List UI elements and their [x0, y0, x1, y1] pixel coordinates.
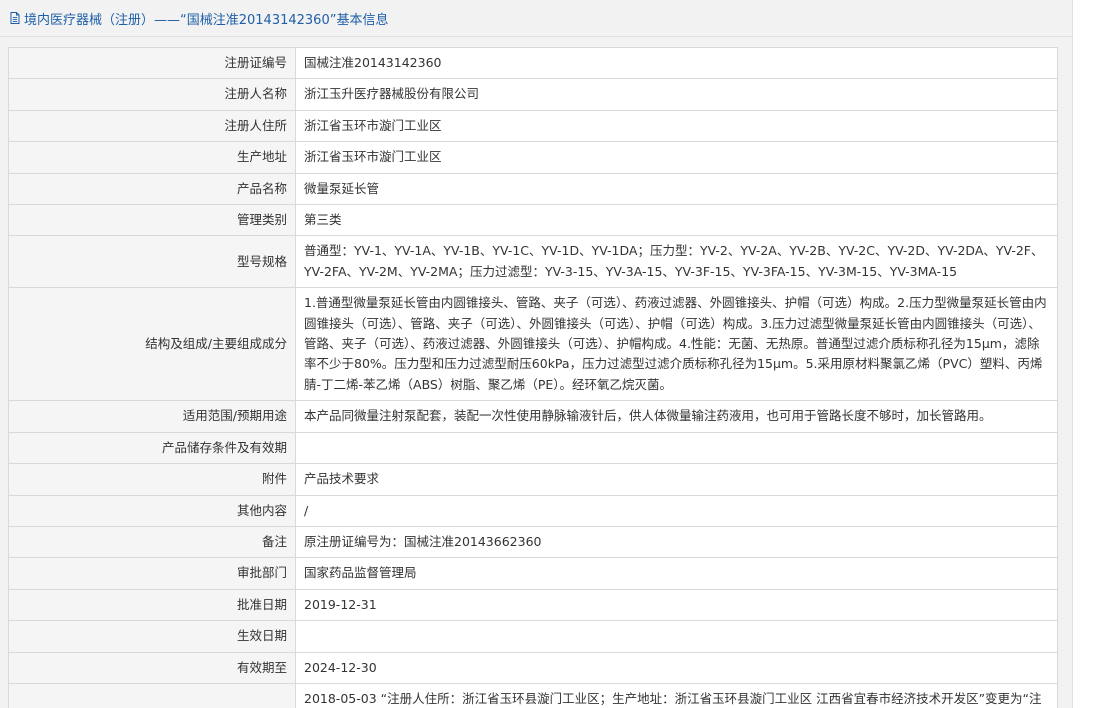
row-value: 浙江玉升医疗器械股份有限公司 — [295, 78, 1058, 111]
row-value: 本产品同微量注射泵配套，装配一次性使用静脉输液针后，供人体微量输注药液用，也可用… — [295, 400, 1058, 433]
table-row: 产品储存条件及有效期 — [8, 431, 1058, 465]
row-value: 浙江省玉环市漩门工业区 — [295, 141, 1058, 174]
document-icon — [8, 11, 22, 25]
info-table-wrapper: 注册证编号 国械注准20143142360 注册人名称 浙江玉升医疗器械股份有限… — [8, 46, 1058, 708]
row-value: 1.普通型微量泵延长管由内圆锥接头、管路、夹子（可选）、药液过滤器、外圆锥接头、… — [295, 287, 1058, 402]
detail-panel: 境内医疗器械（注册）——“国械注准20143142360”基本信息 注册证编号 … — [0, 0, 1072, 708]
table-row: 其他内容 / — [8, 494, 1058, 527]
row-value: 国家药品监督管理局 — [295, 557, 1058, 590]
table-row: 审批部门 国家药品监督管理局 — [8, 557, 1058, 590]
row-value: 第三类 — [295, 204, 1058, 237]
row-label: 生效日期 — [8, 620, 296, 653]
row-value: 2019-12-31 — [295, 588, 1058, 622]
row-label: 注册证编号 — [8, 46, 296, 80]
table-row: 产品名称 微量泵延长管 — [8, 172, 1058, 206]
row-label: 产品储存条件及有效期 — [8, 431, 296, 465]
row-label: 注册人住所 — [8, 109, 296, 143]
table-row: 生产地址 浙江省玉环市漩门工业区 — [8, 141, 1058, 174]
table-row: 2018-05-03 “注册人住所：浙江省玉环县漩门工业区；生产地址：浙江省玉环… — [8, 682, 1058, 708]
row-label: 其他内容 — [8, 494, 296, 527]
table-row: 有效期至 2024-12-30 — [8, 651, 1058, 684]
row-label: 管理类别 — [8, 204, 296, 237]
row-value: 微量泵延长管 — [295, 172, 1058, 206]
row-value: 2024-12-30 — [295, 651, 1058, 684]
page-title: 境内医疗器械（注册）——“国械注准20143142360”基本信息 — [24, 12, 389, 28]
row-value: / — [295, 494, 1058, 527]
info-table: 注册证编号 国械注准20143142360 注册人名称 浙江玉升医疗器械股份有限… — [8, 46, 1058, 708]
row-label: 审批部门 — [8, 557, 296, 590]
row-label: 注册人名称 — [8, 78, 296, 111]
table-row: 适用范围/预期用途 本产品同微量注射泵配套，装配一次性使用静脉输液针后，供人体微… — [8, 400, 1058, 433]
row-label: 有效期至 — [8, 651, 296, 684]
table-row: 注册人住所 浙江省玉环市漩门工业区 — [8, 109, 1058, 143]
table-row: 型号规格 普通型：YV-1、YV-1A、YV-1B、YV-1C、YV-1D、YV… — [8, 235, 1058, 289]
row-value: 产品技术要求 — [295, 463, 1058, 496]
row-value: 原注册证编号为：国械注准20143662360 — [295, 525, 1058, 559]
row-value: 2018-05-03 “注册人住所：浙江省玉环县漩门工业区；生产地址：浙江省玉环… — [295, 682, 1058, 708]
row-label: 批准日期 — [8, 588, 296, 622]
row-value: 普通型：YV-1、YV-1A、YV-1B、YV-1C、YV-1D、YV-1DA；… — [295, 235, 1058, 289]
row-label: 备注 — [8, 525, 296, 559]
row-value — [295, 431, 1058, 465]
table-row: 备注 原注册证编号为：国械注准20143662360 — [8, 525, 1058, 559]
scrollbar-track[interactable] — [1072, 0, 1073, 708]
table-row: 注册人名称 浙江玉升医疗器械股份有限公司 — [8, 78, 1058, 111]
row-label: 型号规格 — [8, 235, 296, 289]
row-value: 国械注准20143142360 — [295, 46, 1058, 80]
row-label: 附件 — [8, 463, 296, 496]
panel-header: 境内医疗器械（注册）——“国械注准20143142360”基本信息 — [0, 0, 1072, 37]
row-value — [295, 620, 1058, 653]
row-label: 产品名称 — [8, 172, 296, 206]
table-row: 结构及组成/主要组成成分 1.普通型微量泵延长管由内圆锥接头、管路、夹子（可选）… — [8, 287, 1058, 402]
table-row: 注册证编号 国械注准20143142360 — [8, 46, 1058, 80]
row-label: 生产地址 — [8, 141, 296, 174]
row-label — [8, 682, 296, 708]
row-label: 结构及组成/主要组成成分 — [8, 287, 296, 402]
table-row: 生效日期 — [8, 620, 1058, 653]
row-label: 适用范围/预期用途 — [8, 400, 296, 433]
table-row: 附件 产品技术要求 — [8, 463, 1058, 496]
table-row: 批准日期 2019-12-31 — [8, 588, 1058, 622]
row-value: 浙江省玉环市漩门工业区 — [295, 109, 1058, 143]
table-row: 管理类别 第三类 — [8, 204, 1058, 237]
